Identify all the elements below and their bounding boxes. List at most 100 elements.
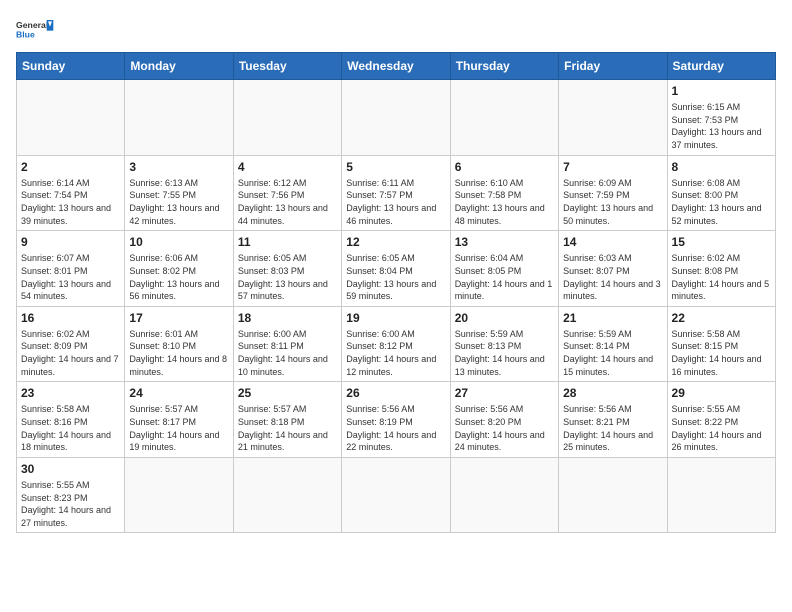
day-info: Sunrise: 6:10 AM Sunset: 7:58 PM Dayligh… [455,177,554,227]
calendar-cell: 24 Sunrise: 5:57 AM Sunset: 8:17 PM Dayli… [125,382,233,458]
day-number: 6 [455,159,554,175]
weekday-header-row: SundayMondayTuesdayWednesdayThursdayFrid… [17,53,776,80]
day-number: 11 [238,234,337,250]
day-number: 2 [21,159,120,175]
day-number: 9 [21,234,120,250]
day-info: Sunrise: 5:56 AM Sunset: 8:19 PM Dayligh… [346,403,445,453]
calendar-cell: 5Sunrise: 6:11 AM Sunset: 7:57 PM Daylig… [342,155,450,231]
day-number: 27 [455,385,554,401]
day-number: 13 [455,234,554,250]
calendar-cell: 2 Sunrise: 6:14 AM Sunset: 7:54 PM Daylig… [17,155,125,231]
day-info: Sunrise: 6:12 AM Sunset: 7:56 PM Dayligh… [238,177,337,227]
calendar-cell: 21Sunrise: 5:59 AM Sunset: 8:14 PM Dayli… [559,306,667,382]
day-number: 19 [346,310,445,326]
day-number: 1 [672,83,771,99]
day-info: Sunrise: 6:15 AM Sunset: 7:53 PM Dayligh… [672,101,771,151]
calendar-cell: 18 Sunrise: 6:00 AM Sunset: 8:11 PM Dayli… [233,306,341,382]
day-number: 25 [238,385,337,401]
calendar-cell: 1 Sunrise: 6:15 AM Sunset: 7:53 PM Daylig… [667,80,775,156]
calendar-cell [559,457,667,533]
day-info: Sunrise: 6:07 AM Sunset: 8:01 PM Dayligh… [21,252,120,302]
calendar-cell: 9 Sunrise: 6:07 AM Sunset: 8:01 PM Daylig… [17,231,125,307]
calendar-cell: 17 Sunrise: 6:01 AM Sunset: 8:10 PM Dayli… [125,306,233,382]
calendar-cell [125,457,233,533]
calendar-week-row: 2 Sunrise: 6:14 AM Sunset: 7:54 PM Daylig… [17,155,776,231]
day-number: 8 [672,159,771,175]
calendar-cell: 19Sunrise: 6:00 AM Sunset: 8:12 PM Dayli… [342,306,450,382]
day-info: Sunrise: 5:59 AM Sunset: 8:13 PM Dayligh… [455,328,554,378]
calendar-week-row: 16 Sunrise: 6:02 AM Sunset: 8:09 PM Dayli… [17,306,776,382]
calendar-cell: 23 Sunrise: 5:58 AM Sunset: 8:16 PM Dayli… [17,382,125,458]
day-number: 3 [129,159,228,175]
calendar-cell [125,80,233,156]
day-number: 15 [672,234,771,250]
day-info: Sunrise: 6:08 AM Sunset: 8:00 PM Dayligh… [672,177,771,227]
day-number: 22 [672,310,771,326]
day-info: Sunrise: 6:14 AM Sunset: 7:54 PM Dayligh… [21,177,120,227]
day-info: Sunrise: 5:55 AM Sunset: 8:23 PM Dayligh… [21,479,120,529]
day-number: 10 [129,234,228,250]
logo: General Blue [16,16,56,44]
day-number: 16 [21,310,120,326]
calendar-cell: 26 Sunrise: 5:56 AM Sunset: 8:19 PM Dayli… [342,382,450,458]
calendar-cell: 28Sunrise: 5:56 AM Sunset: 8:21 PM Dayli… [559,382,667,458]
day-info: Sunrise: 5:56 AM Sunset: 8:20 PM Dayligh… [455,403,554,453]
day-number: 26 [346,385,445,401]
day-info: Sunrise: 6:00 AM Sunset: 8:11 PM Dayligh… [238,328,337,378]
calendar-cell [667,457,775,533]
day-info: Sunrise: 6:03 AM Sunset: 8:07 PM Dayligh… [563,252,662,302]
day-info: Sunrise: 6:04 AM Sunset: 8:05 PM Dayligh… [455,252,554,302]
calendar-cell: 20 Sunrise: 5:59 AM Sunset: 8:13 PM Dayli… [450,306,558,382]
page-header: General Blue [16,16,776,44]
calendar-cell [559,80,667,156]
day-info: Sunrise: 5:57 AM Sunset: 8:17 PM Dayligh… [129,403,228,453]
calendar-table: SundayMondayTuesdayWednesdayThursdayFrid… [16,52,776,533]
calendar-cell: 22 Sunrise: 5:58 AM Sunset: 8:15 PM Dayli… [667,306,775,382]
day-number: 20 [455,310,554,326]
day-info: Sunrise: 6:13 AM Sunset: 7:55 PM Dayligh… [129,177,228,227]
day-number: 24 [129,385,228,401]
weekday-header-friday: Friday [559,53,667,80]
weekday-header-thursday: Thursday [450,53,558,80]
day-info: Sunrise: 5:57 AM Sunset: 8:18 PM Dayligh… [238,403,337,453]
calendar-cell: 7 Sunrise: 6:09 AM Sunset: 7:59 PM Daylig… [559,155,667,231]
calendar-cell: 8 Sunrise: 6:08 AM Sunset: 8:00 PM Daylig… [667,155,775,231]
calendar-week-row: 9 Sunrise: 6:07 AM Sunset: 8:01 PM Daylig… [17,231,776,307]
calendar-cell [450,457,558,533]
day-info: Sunrise: 6:02 AM Sunset: 8:09 PM Dayligh… [21,328,120,378]
day-info: Sunrise: 5:58 AM Sunset: 8:16 PM Dayligh… [21,403,120,453]
day-number: 18 [238,310,337,326]
day-number: 4 [238,159,337,175]
calendar-week-row: 30Sunrise: 5:55 AM Sunset: 8:23 PM Dayli… [17,457,776,533]
day-info: Sunrise: 6:06 AM Sunset: 8:02 PM Dayligh… [129,252,228,302]
svg-text:Blue: Blue [16,29,35,39]
day-info: Sunrise: 6:05 AM Sunset: 8:03 PM Dayligh… [238,252,337,302]
calendar-cell: 30Sunrise: 5:55 AM Sunset: 8:23 PM Dayli… [17,457,125,533]
day-info: Sunrise: 6:02 AM Sunset: 8:08 PM Dayligh… [672,252,771,302]
calendar-cell: 13 Sunrise: 6:04 AM Sunset: 8:05 PM Dayli… [450,231,558,307]
day-number: 7 [563,159,662,175]
calendar-cell [450,80,558,156]
weekday-header-tuesday: Tuesday [233,53,341,80]
svg-text:General: General [16,20,48,30]
day-info: Sunrise: 6:01 AM Sunset: 8:10 PM Dayligh… [129,328,228,378]
calendar-cell [342,80,450,156]
weekday-header-saturday: Saturday [667,53,775,80]
day-number: 12 [346,234,445,250]
day-info: Sunrise: 6:05 AM Sunset: 8:04 PM Dayligh… [346,252,445,302]
day-info: Sunrise: 5:58 AM Sunset: 8:15 PM Dayligh… [672,328,771,378]
weekday-header-sunday: Sunday [17,53,125,80]
calendar-cell [17,80,125,156]
calendar-cell: 12 Sunrise: 6:05 AM Sunset: 8:04 PM Dayli… [342,231,450,307]
weekday-header-monday: Monday [125,53,233,80]
calendar-cell [342,457,450,533]
day-number: 23 [21,385,120,401]
day-number: 17 [129,310,228,326]
calendar-cell: 11 Sunrise: 6:05 AM Sunset: 8:03 PM Dayli… [233,231,341,307]
calendar-cell: 4 Sunrise: 6:12 AM Sunset: 7:56 PM Daylig… [233,155,341,231]
day-info: Sunrise: 5:59 AM Sunset: 8:14 PM Dayligh… [563,328,662,378]
day-number: 29 [672,385,771,401]
calendar-week-row: 1 Sunrise: 6:15 AM Sunset: 7:53 PM Daylig… [17,80,776,156]
day-info: Sunrise: 6:09 AM Sunset: 7:59 PM Dayligh… [563,177,662,227]
calendar-cell: 25 Sunrise: 5:57 AM Sunset: 8:18 PM Dayli… [233,382,341,458]
